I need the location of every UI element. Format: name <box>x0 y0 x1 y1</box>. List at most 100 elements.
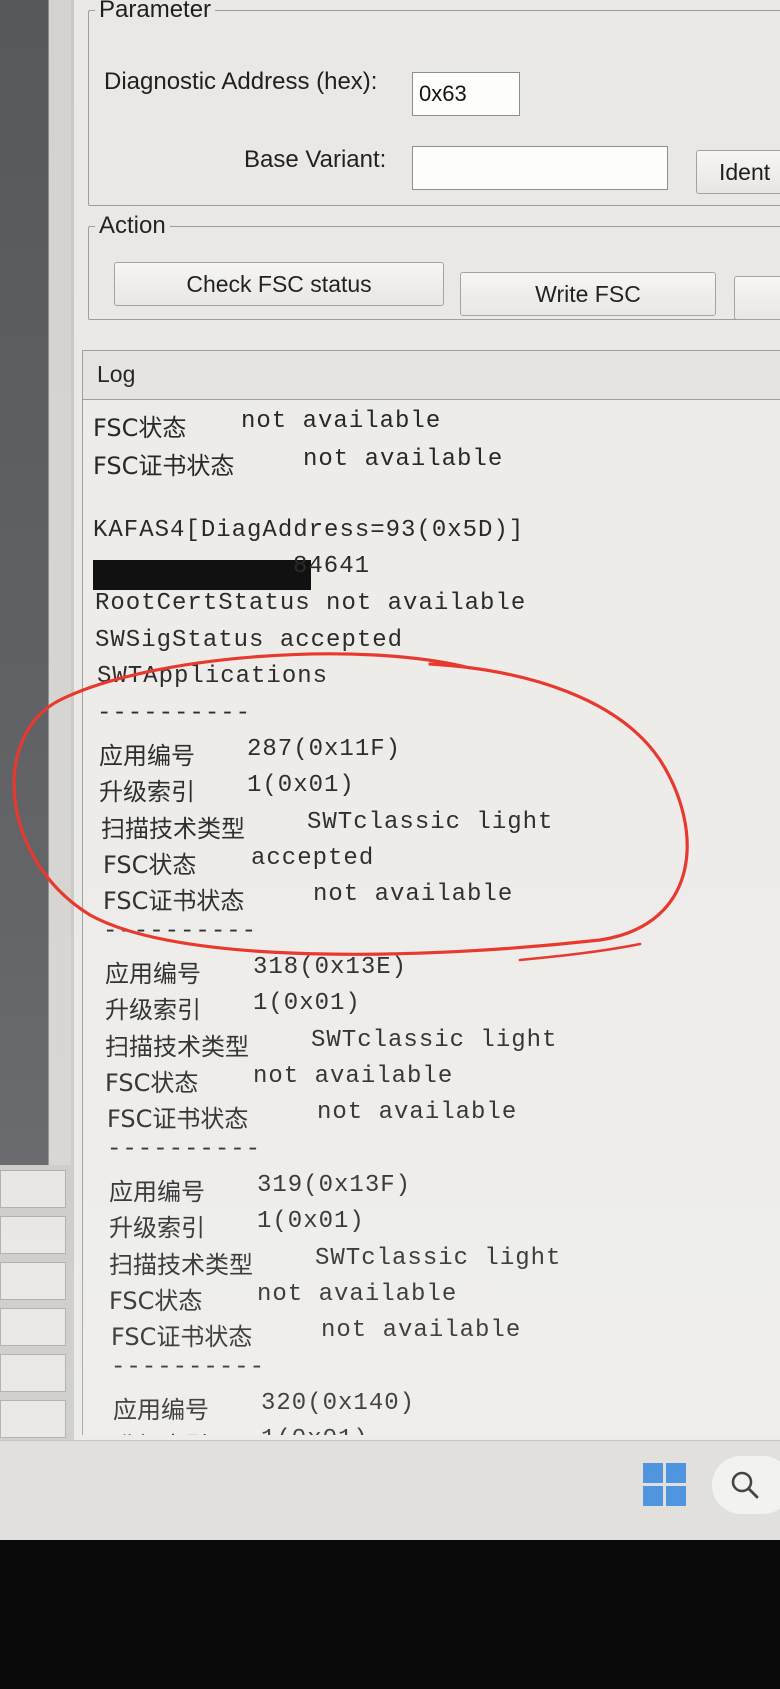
search-button[interactable] <box>712 1456 780 1514</box>
log-line: 应用编号 320(0x140) <box>113 1390 414 1426</box>
log-value: not available <box>303 446 504 473</box>
base-variant-label: Base Variant: <box>244 146 387 173</box>
log-value: ---------- <box>111 1354 266 1381</box>
log-value: RootCertStatus not available <box>95 590 527 617</box>
log-line: ---------- <box>111 1354 265 1381</box>
log-value: KAFAS4[DiagAddress=93(0x5D)] <box>93 517 525 544</box>
side-button[interactable] <box>0 1170 66 1208</box>
base-variant-input[interactable] <box>412 146 668 190</box>
left-scroll-strip <box>48 0 71 1165</box>
log-line: 扫描技术类型 SWTclassic light <box>109 1245 560 1281</box>
log-value: 1(0x01) <box>247 772 355 799</box>
log-output[interactable]: FSC状态 not available FSC证书状态 not available KA… <box>82 400 780 1435</box>
side-button[interactable] <box>0 1308 66 1346</box>
log-value: 1(0x01) <box>261 1426 369 1435</box>
log-line: 应用编号 287(0x11F) <box>99 736 400 772</box>
log-line: 扫描技术类型 SWTclassic light <box>105 1027 556 1063</box>
log-value: ---------- <box>97 700 252 727</box>
log-line: SWTApplications <box>97 663 328 690</box>
diag-address-input[interactable]: 0x63 <box>412 72 520 116</box>
log-value: ---------- <box>103 918 258 945</box>
log-key: FSC状态 <box>109 1287 203 1315</box>
log-key: 应用编号 <box>105 960 201 988</box>
log-value: 287(0x11F) <box>247 736 402 763</box>
write-fsc-button[interactable]: Write FSC <box>460 272 716 316</box>
windows-start-icon[interactable] <box>643 1463 687 1507</box>
side-button[interactable] <box>0 1354 66 1392</box>
log-value: 84641 <box>293 553 371 580</box>
log-line: 扫描技术类型 SWTclassic light <box>101 809 552 845</box>
log-line: ---------- <box>107 1136 261 1163</box>
log-value: accepted <box>251 845 375 872</box>
log-line: 升级索引 1(0x01) <box>113 1426 368 1435</box>
log-value: not available <box>257 1281 458 1308</box>
log-line: FSC证书状态 not available <box>93 446 502 482</box>
action-legend: Action <box>99 212 166 239</box>
log-line: 应用编号 318(0x13E) <box>105 954 406 990</box>
action-button[interactable] <box>734 276 780 320</box>
log-key: 升级索引 <box>109 1214 205 1242</box>
log-key: FSC状态 <box>105 1069 199 1097</box>
log-line: FSC状态 not available <box>109 1281 456 1317</box>
log-key: 应用编号 <box>113 1396 209 1424</box>
side-button[interactable] <box>0 1262 66 1300</box>
log-line: 应用编号 319(0x13F) <box>109 1172 410 1208</box>
log-key: 应用编号 <box>99 742 195 770</box>
log-line: 84641 <box>293 553 370 580</box>
log-line: FSC证书状态 not available <box>107 1099 516 1135</box>
log-key: 扫描技术类型 <box>109 1251 253 1279</box>
log-line: KAFAS4[DiagAddress=93(0x5D)] <box>93 517 524 544</box>
log-key: 升级索引 <box>99 778 195 806</box>
log-key: 升级索引 <box>113 1432 209 1435</box>
log-line: FSC状态 not available <box>105 1063 452 1099</box>
parameter-legend: Parameter <box>99 0 212 23</box>
log-key: FSC证书状态 <box>111 1323 253 1351</box>
log-key: 升级索引 <box>105 996 201 1024</box>
log-value: 318(0x13E) <box>253 954 408 981</box>
log-value: 320(0x140) <box>261 1390 416 1417</box>
log-key: 扫描技术类型 <box>101 815 245 843</box>
redaction-bar <box>93 560 311 590</box>
log-line: ---------- <box>97 700 251 727</box>
log-line: 升级索引 1(0x01) <box>109 1208 364 1244</box>
log-line: FSC状态 accepted <box>103 845 373 881</box>
log-key: FSC证书状态 <box>93 452 235 480</box>
main-window: Parameter Diagnostic Address (hex): 0x63… <box>74 0 780 1440</box>
log-value: SWTApplications <box>97 663 329 690</box>
log-value: 1(0x01) <box>257 1208 365 1235</box>
log-line: 升级索引 1(0x01) <box>99 772 354 808</box>
log-value: not available <box>321 1317 522 1344</box>
log-line: SWSigStatus accepted <box>95 627 403 654</box>
diag-address-label: Diagnostic Address (hex): <box>104 68 378 95</box>
log-value: not available <box>317 1099 518 1126</box>
log-header: Log <box>82 350 780 400</box>
side-button[interactable] <box>0 1400 66 1438</box>
log-key: FSC证书状态 <box>107 1105 249 1133</box>
log-key: FSC证书状态 <box>103 887 245 915</box>
side-button[interactable] <box>0 1216 66 1254</box>
search-icon <box>731 1471 759 1499</box>
log-value: 319(0x13F) <box>257 1172 412 1199</box>
log-key: 应用编号 <box>109 1178 205 1206</box>
log-value: SWTclassic light <box>307 809 554 836</box>
log-value: SWTclassic light <box>315 1245 562 1272</box>
log-value: SWTclassic light <box>311 1027 558 1054</box>
log-value: not available <box>241 408 442 435</box>
log-line: RootCertStatus not available <box>95 590 526 617</box>
log-key: 扫描技术类型 <box>105 1033 249 1061</box>
log-line: FSC证书状态 not available <box>103 881 512 917</box>
log-line: ---------- <box>103 918 257 945</box>
ident-button[interactable]: Ident <box>696 150 780 194</box>
log-value: SWSigStatus accepted <box>95 627 404 654</box>
log-key: FSC状态 <box>103 851 197 879</box>
log-value: not available <box>313 881 514 908</box>
log-key: FSC状态 <box>93 414 187 442</box>
screen: Parameter Diagnostic Address (hex): 0x63… <box>0 0 780 1540</box>
log-title: Log <box>97 361 136 387</box>
log-value: 1(0x01) <box>253 990 361 1017</box>
log-value: not available <box>253 1063 454 1090</box>
check-fsc-status-button[interactable]: Check FSC status <box>114 262 444 306</box>
log-line: FSC证书状态 not available <box>111 1317 520 1353</box>
log-line: FSC状态 not available <box>93 408 440 444</box>
log-line: 升级索引 1(0x01) <box>105 990 360 1026</box>
